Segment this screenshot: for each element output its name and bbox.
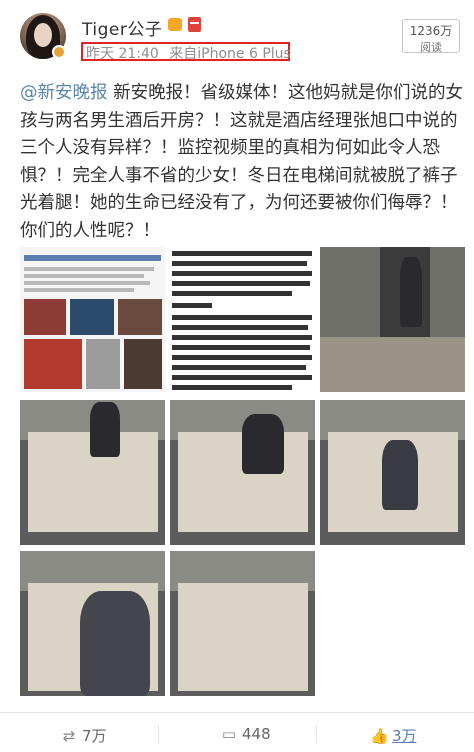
- red-envelope-icon: [188, 17, 201, 32]
- read-label: 阅读: [420, 41, 442, 54]
- divider: [316, 725, 317, 743]
- news-article-image[interactable]: [170, 247, 315, 392]
- cctv-image-6[interactable]: [170, 551, 315, 696]
- username[interactable]: Tiger公子: [82, 15, 162, 40]
- repost-count: 7万: [82, 727, 107, 745]
- news-screenshot-image[interactable]: [20, 247, 165, 392]
- cctv-image-4[interactable]: [320, 400, 465, 545]
- post-footer: ⇄ 7万 ▭ 448 👍 3万: [0, 712, 474, 752]
- cctv-image-7[interactable]: [320, 551, 465, 696]
- read-count-box: 1236万 阅读: [402, 19, 460, 54]
- like-count: 3万: [392, 727, 417, 745]
- like-button[interactable]: 👍 3万: [370, 725, 417, 746]
- thumbs-up-icon: 👍: [370, 727, 389, 745]
- post-header: Tiger公子 昨天 21:40 来自iPhone 6 Plus 1236万 阅…: [0, 0, 474, 70]
- mention-link[interactable]: @新安晚报: [20, 83, 108, 103]
- post-text: @新安晚报 新安晚报！省级媒体！这他妈就是你们说的女孩与两名男生酒后开房？！这就…: [20, 80, 465, 245]
- cctv-image-5[interactable]: [20, 551, 165, 696]
- vip-icon: [168, 18, 182, 31]
- cctv-image-3[interactable]: [170, 400, 315, 545]
- repost-icon: ⇄: [62, 727, 76, 745]
- divider: [158, 725, 159, 743]
- comment-icon: ▭: [221, 725, 237, 743]
- cctv-image-1[interactable]: [320, 247, 465, 392]
- comment-count: 448: [242, 725, 271, 743]
- post-body: 新安晚报！省级媒体！这他妈就是你们说的女孩与两名男生酒后开房？！这就是酒店经理张…: [20, 83, 464, 241]
- post-source: 来自iPhone 6 Plus: [169, 46, 291, 62]
- read-count: 1236万: [409, 24, 453, 38]
- verified-badge-icon: [52, 45, 66, 59]
- post-time: 昨天 21:40: [86, 46, 159, 62]
- post-meta: 昨天 21:40 来自iPhone 6 Plus: [86, 43, 291, 63]
- repost-button[interactable]: ⇄ 7万: [60, 725, 107, 746]
- comment-button[interactable]: ▭ 448: [220, 725, 271, 743]
- cctv-image-2[interactable]: [20, 400, 165, 545]
